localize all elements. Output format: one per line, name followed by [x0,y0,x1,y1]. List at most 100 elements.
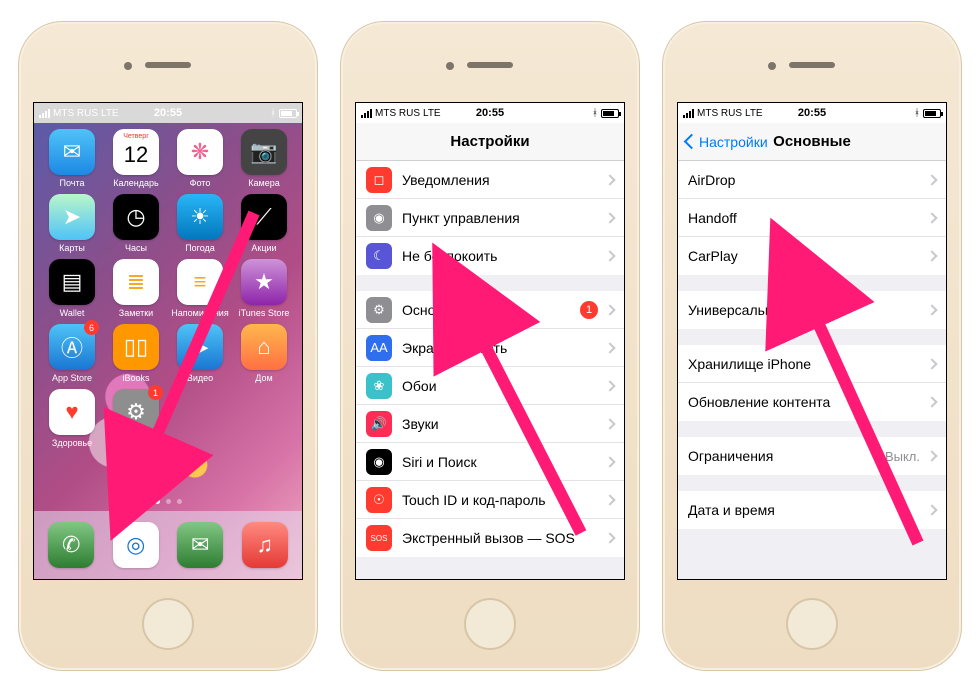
back-button[interactable]: Настройки [682,123,768,160]
app-Календарь[interactable]: Четверг12Календарь [104,129,168,188]
settings-row[interactable]: AirDrop [678,161,946,199]
app-Карты[interactable]: ➤Карты [40,194,104,253]
settings-row[interactable]: ❀ Обои [356,367,624,405]
app-label: Здоровье [52,438,92,448]
app-Камера[interactable]: 📷Камера [232,129,296,188]
row-label: Touch ID и код-пароль [402,492,606,508]
row-label: Handoff [688,210,928,226]
battery-icon [601,109,619,118]
app-iTunes Store[interactable]: ★iTunes Store [232,259,296,318]
phone-frame-home: MTS RUS LTE 20:55 ᚼ ✉ПочтаЧетверг12Кален… [18,21,318,671]
app-Дом[interactable]: ⌂Дом [232,324,296,383]
settings-row[interactable]: Обновление контента [678,383,946,421]
app-Почта[interactable]: ✉Почта [40,129,104,188]
settings-row[interactable]: CarPlay [678,237,946,275]
screen-general: MTS RUS LTE 20:55 ᚼ Настройки Основные A… [677,102,947,580]
dock-app[interactable]: ♫ [242,522,288,568]
row-label: Обновление контента [688,394,928,410]
row-label: Универсальный доступ [688,302,928,318]
row-icon: SOS [366,525,392,551]
row-label: CarPlay [688,248,928,264]
app-Фото[interactable]: ❋Фото [168,129,232,188]
nav-title: Основные [773,133,851,150]
time: 20:55 [34,107,302,119]
row-icon: ◉ [366,449,392,475]
chevron-right-icon [604,418,615,429]
phone-frame-general: MTS RUS LTE 20:55 ᚼ Настройки Основные A… [662,21,962,671]
chevron-right-icon [926,396,937,407]
settings-list[interactable]: ◻Уведомления◉Пункт управления☾Не беспоко… [356,161,624,579]
settings-row[interactable]: AAЭкран и яркость [356,329,624,367]
row-icon: ☉ [366,487,392,513]
row-label: Звуки [402,416,606,432]
status-bar: MTS RUS LTE 20:55 ᚼ [34,103,302,123]
home-button[interactable] [786,598,838,650]
settings-row[interactable]: ◉Пункт управления [356,199,624,237]
app-Заметки[interactable]: ≣Заметки [104,259,168,318]
app-label: Дом [255,373,272,383]
row-icon: ❀ [366,373,392,399]
app-label: Почта [60,178,85,188]
chevron-right-icon [926,450,937,461]
dock-app[interactable]: ✆ [48,522,94,568]
app-Wallet[interactable]: ▤Wallet [40,259,104,318]
row-label: Ограничения [688,448,885,464]
app-label: App Store [52,373,92,383]
app-Акции[interactable]: ⟋Акции [232,194,296,253]
chevron-right-icon [926,358,937,369]
status-bar: MTS RUS LTE 20:55 ᚼ [356,103,624,123]
screen-settings: MTS RUS LTE 20:55 ᚼ Настройки ◻ Уведомлен… [355,102,625,580]
nav-bar: Настройки [356,123,624,161]
app-App Store[interactable]: Ⓐ6App Store [40,324,104,383]
settings-row[interactable]: 🔊 Звуки [356,405,624,443]
app-label: iBooks [122,373,149,383]
settings-row[interactable]: ОграниченияВыкл. [678,437,946,475]
chevron-right-icon [926,250,937,261]
settings-row[interactable]: ☾Не беспокоить [356,237,624,275]
row-icon: 🔊 [366,411,392,437]
home-button[interactable] [142,598,194,650]
settings-row[interactable]: Универсальный доступ [678,291,946,329]
settings-row[interactable]: ◻ Уведомления [356,161,624,199]
settings-row[interactable]: ☉ Touch ID и код-пароль [356,481,624,519]
row-label: Обои [402,378,606,394]
chevron-right-icon [926,212,937,223]
battery-icon [279,109,297,118]
app-Часы[interactable]: ◷Часы [104,194,168,253]
app-Видео[interactable]: ▶Видео [168,324,232,383]
general-list[interactable]: AirDrop Handoff CarPlay Универсальный дост… [678,161,946,579]
chevron-right-icon [604,494,615,505]
row-label: Пункт управления [402,210,606,226]
app-iBooks[interactable]: ▯▯iBooks [104,324,168,383]
app-Настройки[interactable]: ⚙1Настройки [104,389,168,448]
settings-row[interactable]: Хранилище iPhone [678,345,946,383]
chevron-right-icon [926,304,937,315]
row-label: Не беспокоить [402,248,606,264]
row-label: Siri и Поиск [402,454,606,470]
app-label: Календарь [113,178,158,188]
row-icon: ◻ [366,167,392,193]
row-label: Уведомления [402,172,606,188]
app-Погода[interactable]: ☀Погода [168,194,232,253]
dock-app[interactable]: ✉ [177,522,223,568]
chevron-right-icon [604,342,615,353]
settings-row[interactable]: Дата и время [678,491,946,529]
app-label: Карты [59,243,85,253]
settings-row[interactable]: ◉ Siri и Поиск [356,443,624,481]
chevron-right-icon [604,380,615,391]
home-apps-grid: ✉ПочтаЧетверг12Календарь❋Фото📷Камера ➤Кар… [34,123,302,448]
app-label: Напоминания [171,308,228,318]
home-wallpaper: ✉ПочтаЧетверг12Календарь❋Фото📷Камера➤Кар… [34,123,302,579]
app-Здоровье[interactable]: ♥Здоровье [40,389,104,448]
page-indicator[interactable] [34,495,302,507]
home-button[interactable] [464,598,516,650]
settings-row[interactable]: SOS Экстренный вызов — SOS [356,519,624,557]
settings-row[interactable]: Handoff [678,199,946,237]
settings-row[interactable]: ⚙Основные1 [356,291,624,329]
dock-app[interactable]: ◎ [113,522,159,568]
dock: ✆ ◎ ✉ ♫ [34,511,302,579]
row-label: Экстренный вызов — SOS [402,530,606,546]
app-label: Часы [125,243,147,253]
row-icon: ⚙ [366,297,392,323]
app-Напоминания[interactable]: ≡Напоминания [168,259,232,318]
